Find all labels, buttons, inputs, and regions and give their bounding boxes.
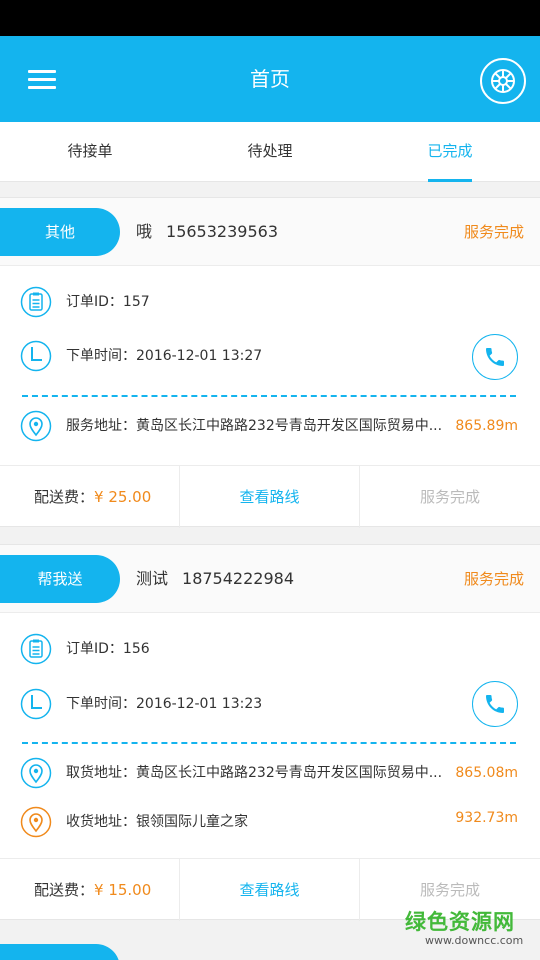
location-pin-icon xyxy=(20,410,52,442)
watermark-name: 绿色资源网 xyxy=(405,910,515,934)
clock-icon xyxy=(20,340,52,372)
status-bar xyxy=(0,0,540,36)
settings-icon[interactable] xyxy=(480,58,526,104)
order-type-badge: 帮我送 xyxy=(0,555,120,603)
delivery-address: 收货地址：银领国际儿童之家 xyxy=(66,814,248,830)
order-time: 下单时间：2016-12-01 13:27 xyxy=(66,348,263,364)
clipboard-icon xyxy=(20,633,52,665)
watermark: 绿色资源网 www.downcc.com xyxy=(405,906,531,947)
order-id-row: 订单ID：157 xyxy=(0,282,540,322)
divider xyxy=(22,395,516,397)
service-address-row: 服务地址：黄岛区长江中路路232号青岛开发区国际贸易中... 865.89m xyxy=(0,406,540,446)
customer-info: 哦 15653239563 xyxy=(136,198,278,266)
order-time-row: 下单时间：2016-12-01 13:23 xyxy=(0,684,540,724)
order-type-badge: 其他 xyxy=(0,208,120,256)
tab-completed[interactable]: 已完成 xyxy=(360,122,540,182)
app-bar: 首页 xyxy=(0,36,540,122)
customer-name: 测试 xyxy=(136,569,169,588)
delivery-fee-value: ¥ 15.00 xyxy=(94,881,152,899)
phone-icon xyxy=(486,695,504,713)
call-button[interactable] xyxy=(472,334,518,380)
order-id: 订单ID：157 xyxy=(66,294,150,310)
customer-phone: 15653239563 xyxy=(166,222,278,241)
order-type-badge-partial xyxy=(0,944,120,960)
order-time-row: 下单时间：2016-12-01 13:27 xyxy=(0,336,540,376)
order-card-header: 帮我送 测试 18754222984 服务完成 xyxy=(0,545,540,613)
customer-name: 哦 xyxy=(136,222,153,241)
order-time: 下单时间：2016-12-01 13:23 xyxy=(66,696,263,712)
order-card: 其他 哦 15653239563 服务完成 订单ID：157 下单时间：2016-… xyxy=(0,197,540,528)
address-distance: 865.89m xyxy=(455,418,518,434)
delivery-fee: 配送费：¥ 15.00 xyxy=(0,859,180,921)
delivery-fee-value: ¥ 25.00 xyxy=(94,488,152,506)
call-button[interactable] xyxy=(472,681,518,727)
service-complete-button: 服务完成 xyxy=(419,488,480,506)
delivery-distance: 932.73m xyxy=(455,810,518,826)
menu-icon[interactable] xyxy=(22,64,62,94)
view-route-button[interactable]: 查看路线 xyxy=(180,466,360,528)
phone-icon xyxy=(486,348,504,366)
tab-bar: 待接单 待处理 已完成 xyxy=(0,122,540,182)
page-title: 首页 xyxy=(250,67,290,91)
clock-icon xyxy=(20,688,52,720)
order-card-header: 其他 哦 15653239563 服务完成 xyxy=(0,198,540,266)
location-pin-icon xyxy=(20,806,52,838)
divider xyxy=(22,742,516,744)
clipboard-icon xyxy=(20,286,52,318)
order-status: 服务完成 xyxy=(463,223,524,241)
pickup-distance: 865.08m xyxy=(455,765,518,781)
delivery-fee-label: 配送费： xyxy=(34,488,95,506)
tab-pending-accept[interactable]: 待接单 xyxy=(0,122,180,182)
order-card-footer: 配送费：¥ 25.00 查看路线 服务完成 xyxy=(0,465,540,528)
delivery-fee: 配送费：¥ 25.00 xyxy=(0,466,180,528)
order-card: 帮我送 测试 18754222984 服务完成 订单ID：156 下单时间：201… xyxy=(0,544,540,921)
pickup-address: 取货地址：黄岛区长江中路路232号青岛开发区国际贸易中... xyxy=(66,765,443,781)
customer-info: 测试 18754222984 xyxy=(136,545,294,613)
tab-pending-process[interactable]: 待处理 xyxy=(180,122,360,182)
delivery-address-row: 收货地址：银领国际儿童之家 932.73m xyxy=(0,802,540,842)
delivery-fee-label: 配送费： xyxy=(34,881,95,899)
customer-phone: 18754222984 xyxy=(182,569,294,588)
location-pin-icon xyxy=(20,757,52,789)
pickup-address-row: 取货地址：黄岛区长江中路路232号青岛开发区国际贸易中... 865.08m xyxy=(0,753,540,793)
order-id-row: 订单ID：156 xyxy=(0,629,540,669)
view-route-button[interactable]: 查看路线 xyxy=(180,859,360,921)
order-status: 服务完成 xyxy=(463,570,524,588)
service-address: 服务地址：黄岛区长江中路路232号青岛开发区国际贸易中... xyxy=(66,418,443,434)
order-id: 订单ID：156 xyxy=(66,641,150,657)
